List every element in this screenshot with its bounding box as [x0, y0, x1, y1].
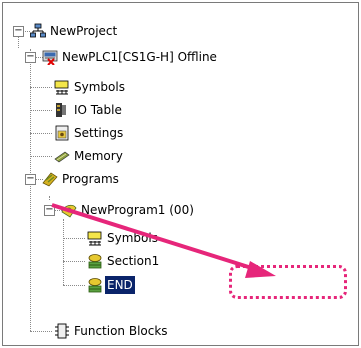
tree-item-programs[interactable]: − Programs	[25, 170, 175, 188]
tree-item-label: Settings	[74, 126, 124, 140]
tree-item-label: Memory	[74, 149, 123, 163]
tree-item-end[interactable]: END	[85, 276, 205, 294]
tree-line	[63, 238, 85, 239]
tree-item-section1[interactable]: Section1	[85, 252, 205, 270]
program-icon	[61, 204, 77, 218]
tree-item-plc[interactable]: − NewPLC1[CS1G-H] Offline	[25, 48, 345, 66]
collapse-toggle[interactable]: −	[44, 205, 55, 216]
tree-item-program-symbols[interactable]: Symbols	[85, 229, 205, 247]
network-project-icon	[30, 23, 46, 38]
tree-item-settings[interactable]: Settings	[52, 124, 172, 142]
tree-line	[30, 110, 52, 111]
tree-item-io-table[interactable]: IO Table	[52, 101, 172, 119]
settings-icon	[55, 125, 69, 141]
tree-line	[30, 49, 31, 331]
tree-item-label-selected: END	[105, 276, 135, 294]
tree-item-label: Symbols	[107, 231, 158, 245]
tree-line	[30, 156, 52, 157]
tree-item-label: Symbols	[74, 80, 125, 94]
highlight-box	[229, 265, 347, 299]
tree-item-label: Function Blocks	[74, 324, 168, 338]
tree-item-label: Programs	[62, 172, 119, 186]
tree-line	[63, 261, 85, 262]
tree-line	[63, 285, 85, 286]
memory-icon	[54, 151, 70, 163]
symbols-icon	[54, 80, 69, 95]
tree-line	[63, 219, 64, 285]
tree-item-label: NewProject	[50, 24, 118, 38]
tree-line	[30, 87, 52, 88]
tree-item-function-blocks[interactable]: Function Blocks	[52, 322, 202, 340]
tree-line	[30, 133, 52, 134]
plc-offline-icon	[42, 50, 58, 65]
symbols-icon	[87, 231, 102, 246]
tree-item-label: IO Table	[74, 103, 122, 117]
section-icon	[88, 254, 102, 269]
section-icon	[88, 278, 102, 293]
io-table-icon	[56, 103, 66, 117]
tree-item-label: NewPLC1[CS1G-H] Offline	[62, 50, 217, 64]
tree-item-memory[interactable]: Memory	[52, 147, 172, 165]
tree-item-label: NewProgram1 (00)	[81, 203, 194, 217]
tree-item-label: Section1	[107, 254, 160, 268]
tree-line	[30, 331, 52, 332]
tree-item-newprogram1[interactable]: − NewProgram1 (00)	[44, 201, 294, 219]
programs-icon	[42, 172, 58, 187]
tree-item-newproject[interactable]: − NewProject	[13, 22, 213, 40]
tree-item-symbols[interactable]: Symbols	[52, 78, 172, 96]
collapse-toggle[interactable]: −	[25, 52, 36, 63]
collapse-toggle[interactable]: −	[25, 174, 36, 185]
collapse-toggle[interactable]: −	[13, 26, 24, 37]
function-block-icon	[55, 323, 69, 339]
tree-line	[49, 196, 50, 200]
